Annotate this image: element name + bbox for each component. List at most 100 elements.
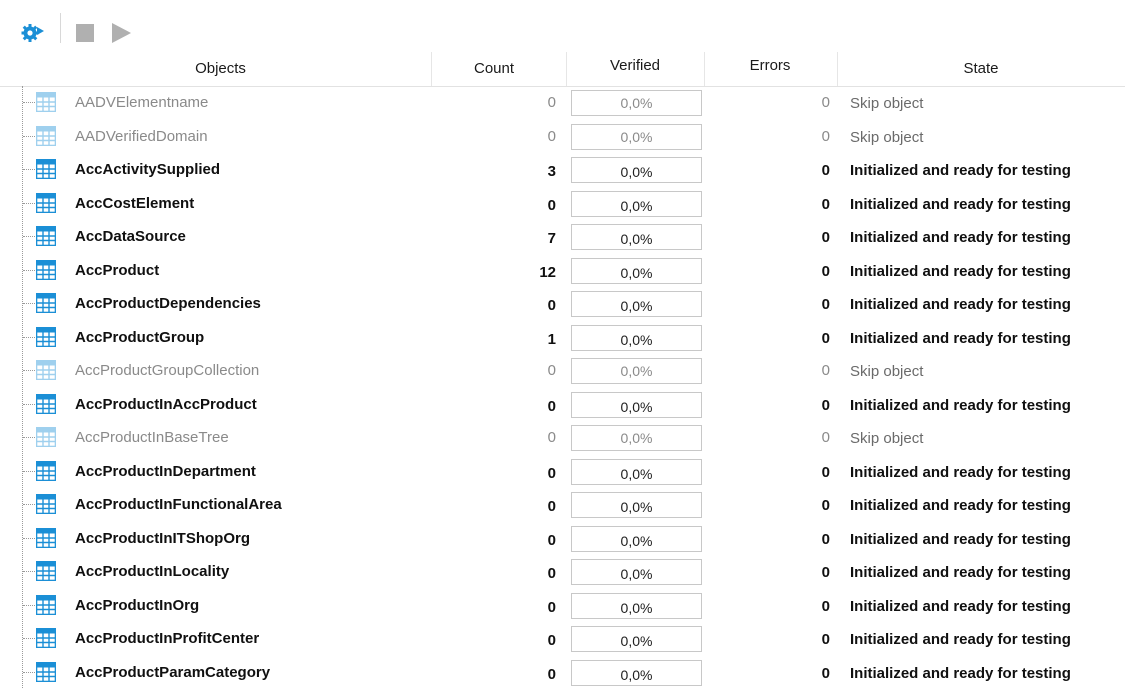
table-row[interactable]: AccProductDependencies 0 0,0% 0 Initialized … — [0, 287, 1125, 321]
error-count: 0 — [821, 396, 830, 414]
verified-progress: 0,0% — [571, 358, 702, 384]
table-row[interactable]: AccProductInBaseTree 0 0,0% 0 Skip object — [0, 421, 1125, 455]
object-test-window: Objects Count Verified Errors State AADV… — [0, 0, 1125, 688]
error-count: 0 — [821, 229, 830, 246]
tree-branch-line — [23, 102, 35, 103]
table-row[interactable]: AADVerifiedDomain 0 0,0% 0 Skip object — [0, 120, 1125, 154]
object-name: AccProductGroup — [75, 328, 205, 346]
verified-progress: 0,0% — [571, 291, 702, 317]
table-row[interactable]: AccProductParamCategory 0 0,0% 0 Initialized… — [0, 656, 1125, 688]
table-icon — [35, 359, 57, 381]
tree-branch-line — [23, 303, 35, 304]
tree-branch-line — [23, 169, 35, 170]
table-row[interactable]: AccProductInAccProduct 0 0,0% 0 Initialized … — [0, 388, 1125, 422]
column-header-objects[interactable]: Objects — [10, 52, 431, 86]
table-icon — [35, 91, 57, 113]
error-count: 0 — [821, 296, 830, 313]
tree-branch-line — [23, 671, 35, 673]
object-count: 0 — [547, 297, 556, 314]
object-count: 7 — [547, 230, 556, 247]
table-row[interactable]: AccProduct 12 0,0% 0 Initialized and ready f… — [0, 254, 1125, 288]
object-count: 12 — [539, 263, 556, 281]
object-count: 0 — [547, 665, 556, 683]
object-state: Initialized and ready for testing — [850, 296, 1071, 313]
table-icon — [35, 158, 57, 180]
tree-branch-line — [23, 135, 35, 137]
table-row[interactable]: AccProductGroup 1 0,0% 0 Initialized and rea… — [0, 321, 1125, 355]
error-count: 0 — [821, 463, 830, 481]
column-header-count[interactable]: Count — [432, 52, 556, 86]
table-row[interactable]: AccProductInProfitCenter 0 0,0% 0 Initialize… — [0, 622, 1125, 656]
object-name: AccProductInAccProduct — [75, 395, 257, 413]
error-count: 0 — [821, 195, 830, 213]
table-icon — [35, 527, 57, 548]
object-count: 0 — [547, 632, 556, 649]
table-row[interactable]: AccProductInOrg 0 0,0% 0 Initialized and rea… — [0, 589, 1125, 623]
verified-progress: 0,0% — [571, 391, 702, 418]
object-name: AccCostElement — [75, 194, 195, 212]
error-count: 0 — [821, 127, 830, 145]
table-row[interactable]: AccProductGroupCollection 0 0,0% 0 Skip obje… — [0, 354, 1125, 388]
object-count: 3 — [547, 163, 556, 180]
table-icon — [35, 192, 57, 213]
object-name: AccProductInDepartment — [75, 462, 256, 480]
tree-branch-line — [23, 336, 35, 338]
object-count: 0 — [547, 598, 556, 616]
table-icon — [35, 594, 57, 615]
verified-progress: 0,0% — [571, 157, 702, 183]
object-name: AccProductInBaseTree — [75, 429, 229, 446]
play-icon[interactable] — [108, 22, 134, 44]
tree-branch-line — [23, 638, 35, 639]
table-icon — [35, 493, 57, 515]
object-name: AccProductInProfitCenter — [75, 630, 260, 647]
error-count: 0 — [821, 597, 830, 615]
tree-branch-line — [23, 470, 35, 472]
object-state: Initialized and ready for testing — [850, 195, 1071, 213]
table-row[interactable]: AccProductInDepartment 0 0,0% 0 Initialized … — [0, 455, 1125, 489]
object-count: 0 — [547, 429, 556, 446]
table-icon — [35, 426, 57, 448]
error-count: 0 — [821, 262, 830, 280]
table-row[interactable]: AccProductInLocality 0 0,0% 0 Initialized an… — [0, 555, 1125, 589]
tree-branch-line — [23, 202, 35, 204]
object-count: 1 — [547, 330, 556, 348]
column-header-state[interactable]: State — [837, 52, 1125, 86]
tree-branch-line — [23, 571, 35, 572]
table-icon — [35, 460, 57, 481]
table-row[interactable]: AADVElementname 0 0,0% 0 Skip object — [0, 86, 1125, 120]
verified-progress: 0,0% — [571, 525, 702, 552]
table-row[interactable]: AccProductInFunctionalArea 0 0,0% 0 Initiali… — [0, 488, 1125, 522]
object-count: 0 — [547, 196, 556, 214]
verified-progress: 0,0% — [571, 425, 702, 451]
object-state: Skip object — [850, 363, 924, 380]
object-state: Initialized and ready for testing — [850, 463, 1071, 481]
object-state: Skip object — [850, 430, 924, 447]
object-state: Initialized and ready for testing — [850, 162, 1071, 179]
gear-run-icon[interactable] — [20, 22, 46, 44]
verified-progress: 0,0% — [571, 492, 702, 518]
error-count: 0 — [821, 429, 830, 446]
table-icon — [35, 259, 57, 280]
table-row[interactable]: AccDataSource 7 0,0% 0 Initialized and ready… — [0, 220, 1125, 254]
table-row[interactable]: AccActivitySupplied 3 0,0% 0 Initialized and… — [0, 153, 1125, 187]
column-header-errors[interactable]: Errors — [704, 49, 836, 83]
verified-progress: 0,0% — [571, 626, 702, 652]
table-row[interactable]: AccCostElement 0 0,0% 0 Initialized and read… — [0, 187, 1125, 221]
object-name: AccProductGroupCollection — [75, 362, 260, 379]
stop-icon[interactable] — [72, 22, 98, 44]
object-count: 0 — [547, 565, 556, 582]
error-count: 0 — [821, 664, 830, 682]
object-name: AccActivitySupplied — [75, 161, 221, 178]
object-name: AccDataSource — [75, 228, 186, 245]
object-state: Skip object — [850, 95, 924, 112]
error-count: 0 — [821, 497, 830, 514]
object-count: 0 — [547, 498, 556, 515]
error-count: 0 — [821, 530, 830, 548]
object-name: AADVElementname — [75, 94, 209, 111]
column-header-verified[interactable]: Verified — [566, 49, 704, 83]
table-row[interactable]: AccProductInITShopOrg 0 0,0% 0 Initialized a… — [0, 522, 1125, 556]
toolbar-separator — [60, 13, 61, 43]
object-name: AccProductInFunctionalArea — [75, 496, 282, 513]
object-state: Initialized and ready for testing — [850, 396, 1071, 414]
object-state: Initialized and ready for testing — [850, 597, 1071, 615]
